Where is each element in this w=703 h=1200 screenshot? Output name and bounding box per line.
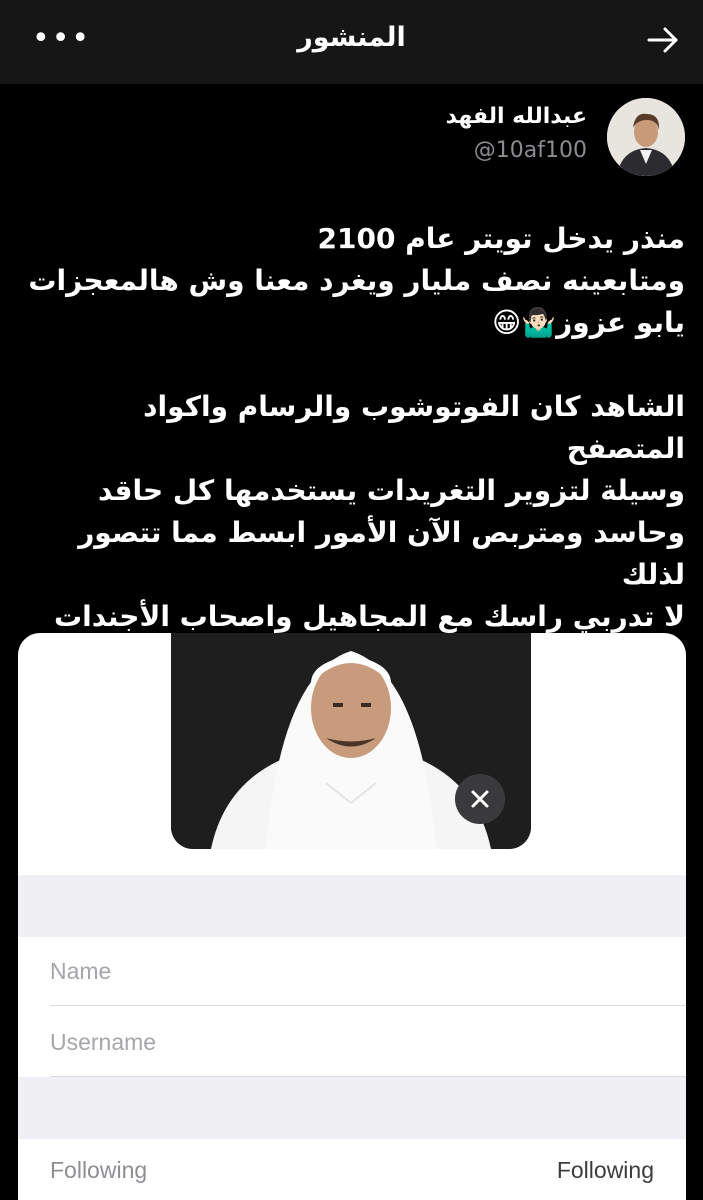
author-header[interactable]: عبدالله الفهد @10af100 xyxy=(85,96,685,180)
close-icon[interactable] xyxy=(455,774,505,824)
divider xyxy=(50,1005,686,1006)
arrow-right-icon[interactable] xyxy=(645,22,681,58)
top-bar: ••• المنشور xyxy=(0,0,703,84)
embedded-screenshot: Name Username Following Following xyxy=(18,633,686,1200)
name-field[interactable]: Name xyxy=(50,958,111,985)
following-label: Following xyxy=(50,1157,148,1183)
username-field[interactable]: Username xyxy=(50,1029,156,1056)
author-handle[interactable]: @10af100 xyxy=(474,138,587,163)
page-title: المنشور xyxy=(297,22,406,53)
section-separator xyxy=(18,875,686,937)
section-separator xyxy=(18,1077,686,1139)
avatar[interactable] xyxy=(607,98,685,176)
author-name[interactable]: عبدالله الفهد xyxy=(446,104,587,129)
following-value[interactable]: Following xyxy=(557,1157,654,1184)
